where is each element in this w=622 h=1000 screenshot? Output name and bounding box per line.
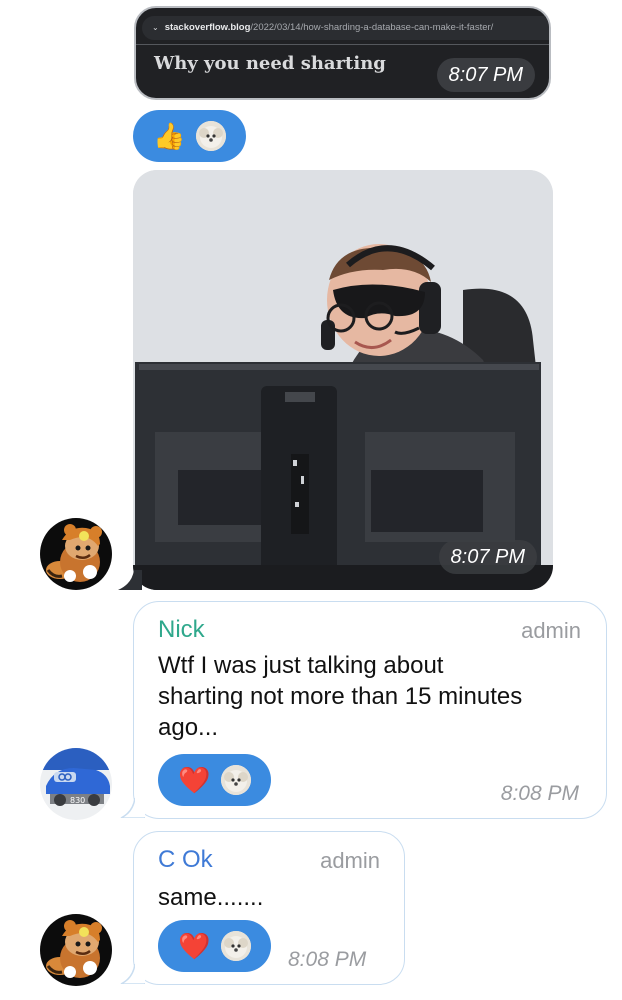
message-line: ago...	[158, 714, 219, 741]
reactor-avatar	[195, 121, 226, 151]
link-preview-card[interactable]: ⌄ stackoverflow.blog/2022/03/14/how-shard…	[134, 6, 551, 100]
reaction-chip[interactable]: ❤️	[158, 754, 271, 806]
message-time: 8:08 PM	[500, 782, 579, 805]
sender-name[interactable]: C Ok	[158, 846, 213, 874]
sender-name[interactable]: Nick	[158, 616, 205, 644]
reaction-chip[interactable]: ❤️	[158, 920, 271, 972]
message-text: same.......	[158, 884, 264, 911]
reactor-avatar	[220, 931, 251, 961]
message-bubble[interactable]: C Ok admin same....... ❤️ 8:08 PM	[133, 831, 405, 985]
link-url-path: /2022/03/14/how-sharding-a-database-can-…	[250, 22, 494, 33]
message-time: 8:07 PM	[436, 58, 535, 92]
link-url-bar[interactable]: ⌄ stackoverflow.blog/2022/03/14/how-shard…	[142, 16, 549, 40]
thumbs-up-icon: 👍	[153, 121, 186, 151]
message-time: 8:08 PM	[288, 948, 367, 971]
photo-message[interactable]: 8:07 PM	[133, 170, 553, 590]
avatar[interactable]	[40, 518, 112, 590]
role-badge: admin	[320, 848, 380, 873]
message-time: 8:07 PM	[438, 540, 537, 574]
role-badge: admin	[521, 618, 581, 643]
svg-text:830: 830	[70, 796, 85, 805]
bubble-tail	[120, 798, 145, 818]
bubble-tail	[118, 570, 142, 590]
chevron-down-icon: ⌄	[152, 23, 159, 32]
message-line: sharting not more than 15 minutes	[158, 683, 523, 710]
bubble-tail	[120, 964, 145, 984]
link-title: Why you need sharting	[154, 53, 386, 74]
divider	[136, 44, 549, 45]
reactor-avatar	[220, 765, 251, 795]
avatar[interactable]: 830	[40, 748, 112, 820]
message-bubble[interactable]: Nick admin Wtf I was just talking about …	[133, 601, 607, 819]
avatar[interactable]	[40, 914, 112, 986]
message-line: Wtf I was just talking about	[158, 652, 444, 679]
link-url-host: stackoverflow.blog	[164, 22, 251, 33]
heart-icon: ❤️	[178, 931, 211, 961]
message-text: Wtf I was just talking about sharting no…	[158, 650, 522, 743]
reaction-chip[interactable]: 👍	[133, 110, 246, 162]
heart-icon: ❤️	[178, 765, 211, 795]
photo-image	[133, 170, 553, 590]
